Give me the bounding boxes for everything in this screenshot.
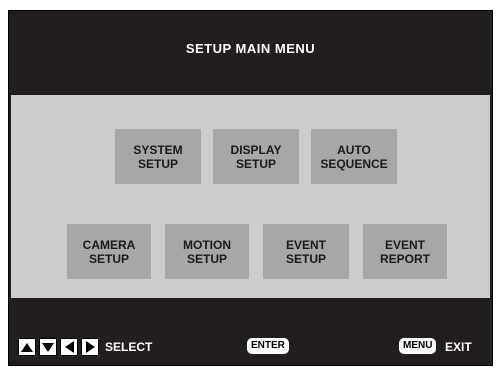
- auto-sequence-button[interactable]: AUTO SEQUENCE: [311, 129, 397, 184]
- arrow-up-icon[interactable]: [18, 338, 36, 356]
- motion-setup-button[interactable]: MOTION SETUP: [165, 224, 249, 279]
- button-label-line2: SETUP: [186, 251, 227, 266]
- button-label-line1: CAMERA: [82, 237, 136, 252]
- button-label-line1: MOTION: [183, 237, 231, 252]
- button-label-line2: REPORT: [379, 251, 430, 266]
- select-label: SELECT: [105, 340, 153, 354]
- page-title: SETUP MAIN MENU: [185, 41, 316, 56]
- arrow-down-icon[interactable]: [39, 338, 57, 356]
- button-label-line2: SEQUENCE: [320, 156, 388, 171]
- enter-key[interactable]: ENTER: [247, 338, 289, 354]
- arrow-right-icon[interactable]: [81, 338, 99, 356]
- arrow-left-icon[interactable]: [60, 338, 78, 356]
- button-label-line1: AUTO: [337, 142, 371, 157]
- footer-bar: SELECT ENTER MENU EXIT: [9, 338, 492, 360]
- button-label-line2: SETUP: [285, 251, 326, 266]
- display-setup-button[interactable]: DISPLAY SETUP: [213, 129, 299, 184]
- button-label-line2: SETUP: [235, 156, 276, 171]
- button-label-line2: SETUP: [137, 156, 178, 171]
- event-setup-button[interactable]: EVENT SETUP: [263, 224, 349, 279]
- setup-screen: SETUP MAIN MENU SYSTEM SETUP DISPLAY SET…: [8, 10, 493, 366]
- button-label-line1: EVENT: [285, 237, 326, 252]
- button-label-line1: SYSTEM: [133, 142, 183, 157]
- event-report-button[interactable]: EVENT REPORT: [363, 224, 447, 279]
- camera-setup-button[interactable]: CAMERA SETUP: [67, 224, 151, 279]
- menu-key[interactable]: MENU: [399, 338, 437, 354]
- button-label-line2: SETUP: [88, 251, 129, 266]
- exit-label: EXIT: [445, 340, 472, 354]
- menu-panel: SYSTEM SETUP DISPLAY SETUP AUTO SEQUENCE…: [11, 95, 490, 298]
- button-label-line1: EVENT: [384, 237, 425, 252]
- button-label-line1: DISPLAY: [230, 142, 282, 157]
- system-setup-button[interactable]: SYSTEM SETUP: [115, 129, 201, 184]
